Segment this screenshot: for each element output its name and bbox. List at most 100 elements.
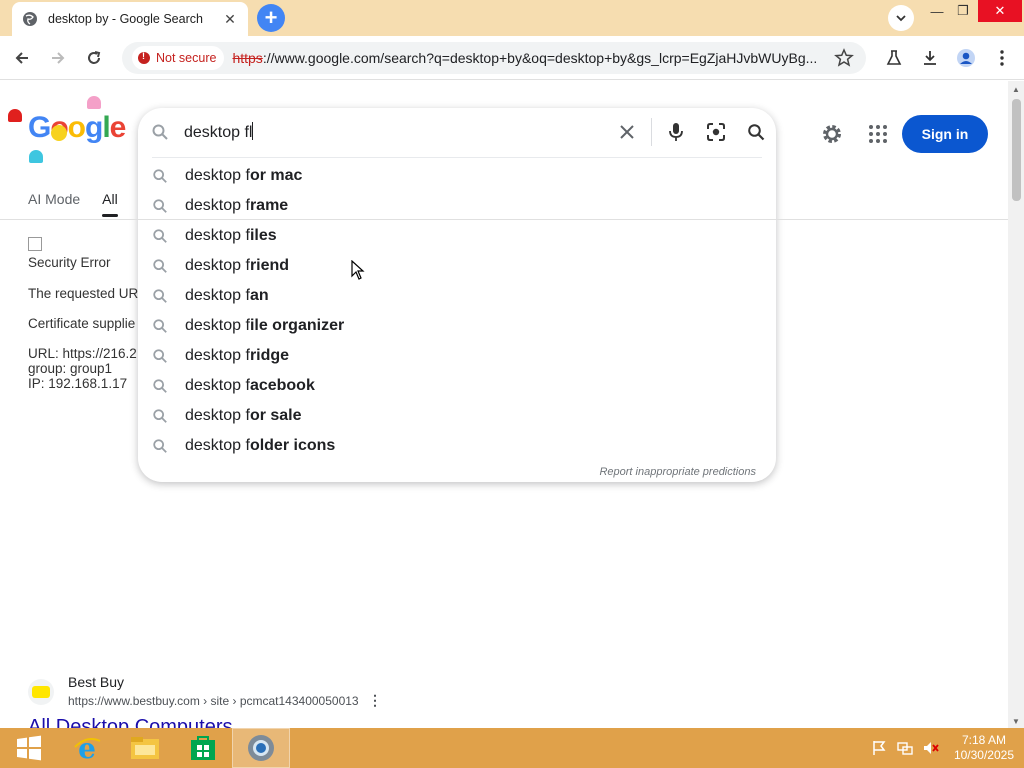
windows-logo-icon: [17, 735, 41, 761]
error-line: Certificate supplie: [28, 316, 136, 331]
security-error-block: Security Error The requested UR Certific…: [28, 237, 138, 391]
bestbuy-favicon: [28, 679, 54, 705]
forward-button[interactable]: [46, 46, 70, 70]
tab-strip: desktop by - Google Search ✕ + — ❐ ✕: [0, 0, 1024, 36]
suggestion-text: desktop folder icons: [185, 437, 335, 455]
windows-taskbar: e 7:18 AM 10/30/2025: [0, 728, 1024, 768]
suggestion-text: desktop for mac: [185, 167, 302, 185]
bookmark-star-icon[interactable]: [834, 48, 854, 68]
search-submit-button[interactable]: [736, 112, 776, 152]
menu-kebab-icon[interactable]: [992, 48, 1012, 68]
google-search-page: Google desktop fl desktop for m: [0, 81, 1008, 728]
tab-ai-mode[interactable]: AI Mode: [28, 191, 80, 207]
tab-all[interactable]: All: [102, 191, 118, 217]
new-tab-button[interactable]: +: [257, 4, 285, 32]
search-icon: [152, 288, 170, 304]
clock-date: 10/30/2025: [953, 748, 1014, 762]
error-title: Security Error: [28, 255, 111, 270]
clock-time: 7:18 AM: [961, 733, 1006, 747]
suggestion-completion: or mac: [249, 167, 303, 184]
suggestion-completion: rame: [249, 197, 289, 214]
result-title-link[interactable]: All Desktop Computers: [28, 716, 233, 728]
taskbar-clock[interactable]: 7:18 AM 10/30/2025: [954, 733, 1014, 763]
suggestion-prefix: desktop f: [185, 437, 250, 454]
search-icon: [152, 408, 170, 424]
url-rest: ://www.google.com/search?q=desktop+by&oq…: [262, 50, 818, 66]
suggestion-item[interactable]: desktop files: [138, 221, 776, 251]
profile-avatar[interactable]: [956, 48, 976, 68]
image-search-button[interactable]: [696, 112, 736, 152]
suggestion-completion: older icons: [249, 437, 336, 454]
reload-button[interactable]: [82, 46, 106, 70]
logo-letter: G: [28, 111, 51, 144]
logo-letter: e: [109, 111, 127, 144]
report-predictions-link[interactable]: Report inappropriate predictions: [599, 466, 756, 478]
clear-search-button[interactable]: [607, 112, 647, 152]
suggestion-text: desktop friend: [185, 257, 289, 275]
suggestion-item[interactable]: desktop fridge: [138, 341, 776, 371]
sign-in-button[interactable]: Sign in: [902, 115, 988, 153]
error-line: The requested UR: [28, 286, 139, 301]
warning-icon: [138, 51, 150, 64]
security-chip[interactable]: Not secure: [132, 46, 225, 70]
action-center-flag-icon[interactable]: [870, 739, 888, 757]
store-taskbar-icon[interactable]: [174, 728, 232, 768]
suggestion-completion: ile organizer: [249, 317, 345, 334]
error-group: group: group1: [28, 361, 113, 376]
search-input-value: desktop fl: [184, 124, 253, 141]
suggestion-item[interactable]: desktop for mac: [138, 161, 776, 191]
suggestion-item[interactable]: desktop for sale: [138, 401, 776, 431]
page-scrollbar[interactable]: ▲ ▼: [1008, 81, 1024, 728]
scroll-up-icon[interactable]: ▲: [1012, 85, 1020, 94]
error-ip: IP: 192.168.1.17: [28, 376, 128, 391]
restore-button[interactable]: ❐: [948, 0, 978, 22]
google-logo[interactable]: Google: [28, 111, 127, 145]
search-autocomplete-panel: desktop fl desktop for mac desktop frame d…: [138, 108, 776, 482]
suggestion-prefix: desktop f: [185, 407, 250, 424]
result-site-name[interactable]: Best Buy: [68, 674, 124, 690]
suggestion-item[interactable]: desktop file organizer: [138, 311, 776, 341]
settings-button[interactable]: [820, 122, 844, 151]
voice-search-button[interactable]: [656, 112, 696, 152]
file-explorer-taskbar-icon[interactable]: [116, 728, 174, 768]
url-text[interactable]: https://www.google.com/search?q=desktop+…: [232, 50, 866, 66]
suggestion-item[interactable]: desktop fan: [138, 281, 776, 311]
suggestion-prefix: desktop f: [185, 317, 250, 334]
scroll-down-icon[interactable]: ▼: [1012, 717, 1020, 726]
volume-muted-icon[interactable]: [922, 739, 940, 757]
result-cite[interactable]: https://www.bestbuy.com › site › pcmcat1…: [68, 694, 359, 708]
address-bar[interactable]: Not secure https://www.google.com/search…: [122, 42, 866, 74]
globe-icon: [23, 12, 37, 26]
download-icon[interactable]: [920, 48, 940, 68]
suggestion-prefix: desktop f: [185, 197, 250, 214]
tab-title: desktop by - Google Search: [48, 12, 203, 26]
search-bar: desktop fl: [138, 108, 776, 156]
browser-tab[interactable]: desktop by - Google Search ✕: [12, 2, 248, 36]
suggestion-text: desktop fan: [185, 287, 269, 305]
tab-close-icon[interactable]: ✕: [222, 11, 238, 28]
search-input[interactable]: desktop fl: [182, 122, 607, 142]
back-button[interactable]: [10, 46, 34, 70]
tab-search-button[interactable]: [888, 5, 914, 31]
result-more-options-icon[interactable]: ⋮: [368, 692, 382, 709]
close-window-button[interactable]: ✕: [978, 0, 1022, 22]
search-icon: [152, 438, 170, 454]
suggestion-item[interactable]: desktop friend: [138, 251, 776, 281]
network-icon[interactable]: [896, 739, 914, 757]
start-button[interactable]: [0, 728, 58, 768]
google-apps-button[interactable]: [868, 124, 888, 149]
pacman-icon: [51, 125, 67, 141]
internet-explorer-taskbar-icon[interactable]: e: [58, 728, 116, 768]
chrome-taskbar-icon[interactable]: [232, 728, 290, 768]
suggestion-item[interactable]: desktop facebook: [138, 371, 776, 401]
logo-letter: l: [102, 111, 110, 144]
suggestion-prefix: desktop f: [185, 167, 250, 184]
gear-icon: [823, 125, 841, 143]
suggestion-item[interactable]: desktop frame: [138, 191, 776, 221]
suggestion-item[interactable]: desktop folder icons: [138, 431, 776, 461]
labs-icon[interactable]: [884, 48, 904, 68]
suggestion-completion: riend: [249, 257, 290, 274]
suggestion-completion: iles: [249, 227, 277, 244]
search-icon: [138, 123, 182, 141]
scrollbar-thumb[interactable]: [1012, 99, 1021, 201]
